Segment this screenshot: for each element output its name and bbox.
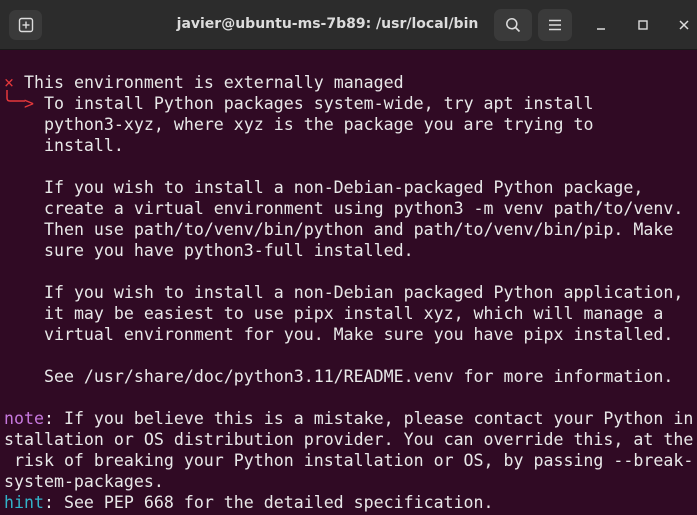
note-line: system-packages. [4,472,164,491]
message-line: create a virtual environment using pytho… [43,199,684,218]
message-line: If you wish to install a non-Debian-pack… [43,178,644,197]
maximize-button[interactable] [632,14,654,36]
terminal-output[interactable]: × This environment is externally managed… [0,50,697,515]
minimize-icon [597,28,605,30]
error-title: This environment is externally managed [24,73,404,92]
message-line: If you wish to install a non-Debian pack… [43,283,684,302]
message-line: Then use path/to/venv/bin/python and pat… [43,220,674,239]
terminal-window: javier@ubuntu-ms-7b89: /usr/local/bin × … [0,0,697,515]
message-line: it may be easiest to use pipx install xy… [43,304,664,323]
close-button[interactable] [673,14,695,36]
new-tab-icon [18,17,33,33]
note-line: stallation or OS distribution provider. … [4,430,694,449]
close-icon [679,20,689,30]
note-line: note: If you believe this is a mistake, … [4,409,694,428]
message-line: python3-xyz, where xyz is the package yo… [43,115,594,134]
minimize-button[interactable] [590,14,612,36]
hint-label: hint [4,493,44,512]
message-line: > To install Python packages system-wide… [23,94,594,113]
window-title: javier@ubuntu-ms-7b89: /usr/local/bin [176,16,479,32]
hamburger-menu-icon [549,19,561,31]
search-button[interactable] [494,9,532,41]
hint-line: hint: See PEP 668 for the detailed speci… [4,493,494,512]
titlebar: javier@ubuntu-ms-7b89: /usr/local/bin [0,0,697,50]
message-line: virtual environment for you. Make sure y… [43,325,674,344]
note-label: note [4,409,44,428]
error-title-line: × This environment is externally managed [4,72,404,93]
arrow-marker: > [23,94,34,113]
maximize-icon [638,20,648,30]
message-line: sure you have python3-full installed. [43,241,414,260]
message-line: See /usr/share/doc/python3.11/README.ven… [43,367,674,386]
new-tab-button[interactable] [9,10,42,40]
search-icon [506,18,521,33]
menu-button[interactable] [538,9,572,41]
note-line: risk of breaking your Python installatio… [4,451,694,470]
message-line: install. [43,136,124,155]
